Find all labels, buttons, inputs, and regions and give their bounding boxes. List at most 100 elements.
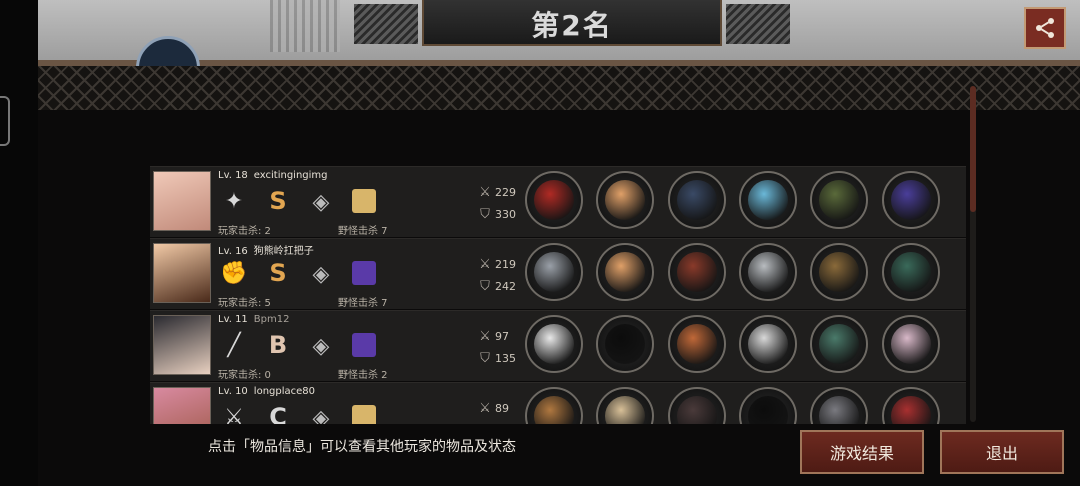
equipment-slot[interactable] [525, 243, 583, 301]
player-name: excitingingimg [253, 170, 328, 181]
skill-tile-icon [352, 333, 376, 357]
equipment-slot[interactable] [525, 171, 583, 229]
equipment-slot[interactable] [739, 387, 797, 424]
equipment-item-icon [819, 252, 859, 292]
defense-stat: ⛉ [478, 423, 495, 424]
grade-badge: S [269, 259, 287, 287]
crossed-swords-icon: ⚔ [479, 329, 491, 344]
equipment-item-icon [819, 324, 859, 364]
shield-icon: ⛉ [480, 279, 490, 294]
player-portrait[interactable] [153, 171, 211, 231]
equipment-item-icon [534, 396, 574, 424]
share-button[interactable] [1024, 7, 1066, 49]
defense-stat: ⛉ 135 [478, 351, 516, 366]
left-edge [0, 0, 38, 486]
equipment-slot[interactable] [596, 387, 654, 424]
equipment-item-icon [891, 252, 931, 292]
equipment-slot[interactable] [596, 315, 654, 373]
equipment-item-icon [748, 180, 788, 220]
level-label: Lv. 10 [218, 386, 248, 397]
equipment-slot[interactable] [810, 387, 868, 424]
rank-title: 第2名 [531, 9, 613, 42]
shield-icon: ⛉ [478, 423, 492, 424]
equipment-item-icon [605, 180, 645, 220]
equipment-slot[interactable] [739, 171, 797, 229]
attack-stat: ⚔ 219 [478, 257, 516, 272]
skill-tile-icon [352, 261, 376, 285]
rank-emblem-icon: ◈ [312, 333, 330, 359]
skill-tile-icon [352, 189, 376, 213]
equipment-slot[interactable] [810, 171, 868, 229]
shuriken-icon: ✦ [224, 188, 244, 214]
equipment-item-icon [605, 396, 645, 424]
equipment-item-icon [677, 324, 717, 364]
equipment-slot[interactable] [668, 243, 726, 301]
equipment-slot[interactable] [739, 243, 797, 301]
game-result-button[interactable]: 游戏结果 [800, 430, 924, 474]
monster-kill-count: 野怪击杀 2 [338, 370, 388, 381]
equipment-slot[interactable] [525, 315, 583, 373]
equipment-slot[interactable] [668, 387, 726, 424]
tower-silhouette [270, 0, 340, 52]
player-kill-count: 玩家击杀: 0 [218, 370, 271, 381]
grade-badge: S [269, 187, 287, 215]
equipment-slot[interactable] [882, 315, 940, 373]
monster-kill-count: 野怪击杀 7 [338, 298, 388, 309]
sword-icon: ⚔ [224, 404, 244, 425]
equipment-slot[interactable] [882, 387, 940, 424]
grade-badge: B [268, 331, 288, 359]
equipment-item-icon [677, 180, 717, 220]
player-list[interactable]: Lv. 18 excitingingimg ✦ S ◈ 玩家击杀: 2 野怪击杀 7 ⚔ 229… [150, 166, 966, 424]
side-drawer-handle[interactable] [0, 96, 10, 146]
equipment-item-icon [748, 252, 788, 292]
shield-icon: ⛉ [480, 351, 490, 366]
exit-button[interactable]: 退出 [940, 430, 1064, 474]
attack-stat: ⚔ 97 [478, 329, 509, 344]
equipment-item-icon [891, 396, 931, 424]
player-row[interactable]: Lv. 11 Bpm12 ╱ B ◈ 玩家击杀: 0 野怪击杀 2 ⚔ 97 ⛉ 135 [150, 310, 966, 381]
player-row[interactable]: Lv. 18 excitingingimg ✦ S ◈ 玩家击杀: 2 野怪击杀 7 ⚔ 229… [150, 166, 966, 237]
equipment-slot[interactable] [596, 243, 654, 301]
rank-emblem-icon: ◈ [312, 261, 330, 287]
attack-stat: ⚔ 229 [478, 185, 516, 200]
share-icon [1036, 18, 1054, 38]
bat-icon: ╱ [227, 332, 241, 358]
equipment-item-icon [891, 180, 931, 220]
equipment-slot[interactable] [668, 315, 726, 373]
attack-value: 89 [495, 402, 509, 415]
item-info-hint: 点击「物品信息」可以查看其他玩家的物品及状态 [208, 439, 516, 455]
equipment-slot[interactable] [668, 171, 726, 229]
player-name: Bpm12 [253, 314, 290, 325]
equipment-slot[interactable] [525, 387, 583, 424]
player-portrait[interactable] [153, 387, 211, 424]
grade-badge: C [269, 403, 287, 424]
equipment-slot[interactable] [810, 243, 868, 301]
attack-value: 219 [495, 258, 516, 271]
player-name: longplace80 [253, 386, 316, 397]
equipment-slot[interactable] [739, 315, 797, 373]
equipment-item-icon [891, 324, 931, 364]
equipment-item-icon [605, 324, 645, 364]
level-label: Lv. 16 [218, 246, 248, 257]
crossed-swords-icon: ⚔ [479, 257, 491, 272]
player-row[interactable]: Lv. 16 狗熊岭扛把子 ✊ S ◈ 玩家击杀: 5 野怪击杀 7 ⚔ 219 ⛉ 242 [150, 238, 966, 309]
player-portrait[interactable] [153, 315, 211, 375]
equipment-item-icon [534, 180, 574, 220]
defense-value: 135 [495, 352, 516, 365]
player-name: 狗熊岭扛把子 [253, 246, 314, 257]
equipment-item-icon [677, 252, 717, 292]
player-kill-count: 玩家击杀: 5 [218, 298, 271, 309]
equipment-slot[interactable] [596, 171, 654, 229]
player-row[interactable]: Lv. 10 longplace80 ⚔ C ◈ ⚔ 89 ⛉ [150, 382, 966, 424]
equipment-slot[interactable] [882, 243, 940, 301]
player-level: Lv. 10 longplace80 [218, 386, 315, 397]
equipment-slot[interactable] [810, 315, 868, 373]
rank-emblem-icon: ◈ [312, 405, 330, 425]
equipment-item-icon [819, 396, 859, 424]
equipment-slot[interactable] [882, 171, 940, 229]
list-scrollbar-thumb[interactable] [970, 86, 976, 212]
equipment-item-icon [748, 324, 788, 364]
crossed-swords-icon: ⚔ [479, 401, 491, 416]
equipment-item-icon [748, 396, 788, 424]
player-portrait[interactable] [153, 243, 211, 303]
